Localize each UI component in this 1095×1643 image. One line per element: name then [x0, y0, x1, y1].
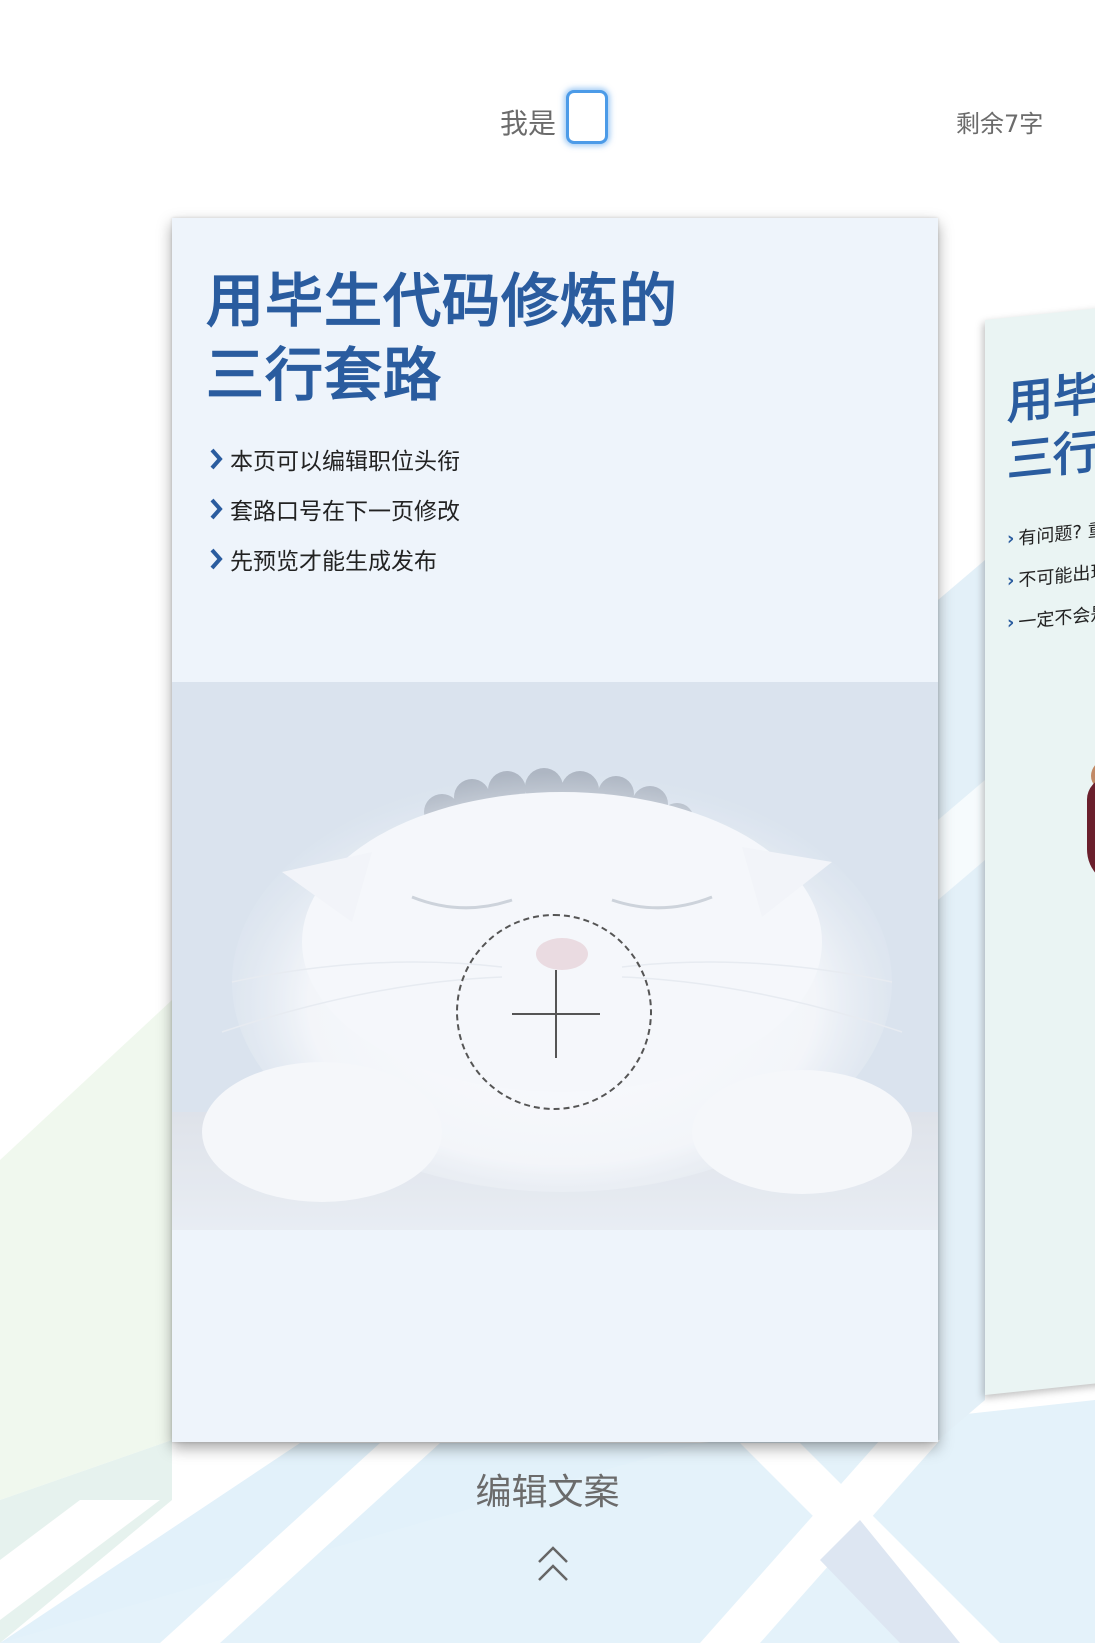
card-bullet-list: 本页可以编辑职位头衔 套路口号在下一页修改 先预览才能生成发布 — [206, 434, 460, 584]
chevron-right-icon — [210, 548, 223, 570]
card-bullet: 套路口号在下一页修改 — [206, 484, 460, 534]
card-title-line2: 三行套路 — [206, 341, 443, 409]
poster-card: 用毕生代码修炼的 三行套路 本页可以编辑职位头衔 套路口号在下一页修改 先预览才… — [172, 218, 938, 1442]
name-prefix-label: 我是 — [500, 107, 557, 140]
next-card-bullet-text: 一定不会是 — [1018, 603, 1095, 634]
poster-editor-screen: 我是 剩余7字 用毕 三行 › 有问题? 重 › 不可能出现 › 一定不会是 用毕生代… — [0, 0, 1095, 1643]
chevron-right-icon — [210, 498, 223, 520]
plus-icon — [512, 970, 600, 1058]
card-title-line1: 用毕生代码修炼的 — [206, 267, 679, 335]
chevron-right-icon: › — [1007, 611, 1015, 634]
card-bullet-text: 套路口号在下一页修改 — [230, 499, 460, 525]
add-photo-button[interactable] — [456, 914, 652, 1110]
name-input[interactable] — [566, 90, 608, 144]
card-bullet-text: 先预览才能生成发布 — [230, 549, 437, 575]
next-card-preview[interactable]: 用毕 三行 › 有问题? 重 › 不可能出现 › 一定不会是 — [985, 305, 1095, 1395]
card-title: 用毕生代码修炼的 三行套路 — [206, 264, 806, 412]
next-card-title-line1: 用毕 — [1007, 366, 1095, 430]
next-card-bullet-text: 不可能出现 — [1018, 561, 1095, 592]
chevron-right-icon: › — [1007, 569, 1015, 592]
next-card-bullet-list: › 有问题? 重 › 不可能出现 › 一定不会是 — [1007, 507, 1095, 644]
card-bullet: 本页可以编辑职位头衔 — [206, 434, 460, 484]
chevron-right-icon: › — [1007, 527, 1015, 550]
chevron-right-icon — [210, 448, 223, 470]
next-card-title-line2: 三行 — [1007, 424, 1095, 488]
double-chevron-up-icon[interactable] — [533, 1542, 573, 1586]
photo-area[interactable] — [172, 682, 938, 1230]
edit-copy-button[interactable]: 编辑文案 — [0, 1470, 1095, 1516]
card-bullet-text: 本页可以编辑职位头衔 — [230, 449, 460, 475]
next-card-bullet-text: 有问题? 重 — [1018, 519, 1095, 550]
card-bullet: 先预览才能生成发布 — [206, 534, 460, 584]
illustration-figure — [1087, 775, 1095, 890]
remaining-chars-counter: 剩余7字 — [956, 110, 1044, 138]
next-card-title: 用毕 三行 — [1007, 364, 1095, 490]
